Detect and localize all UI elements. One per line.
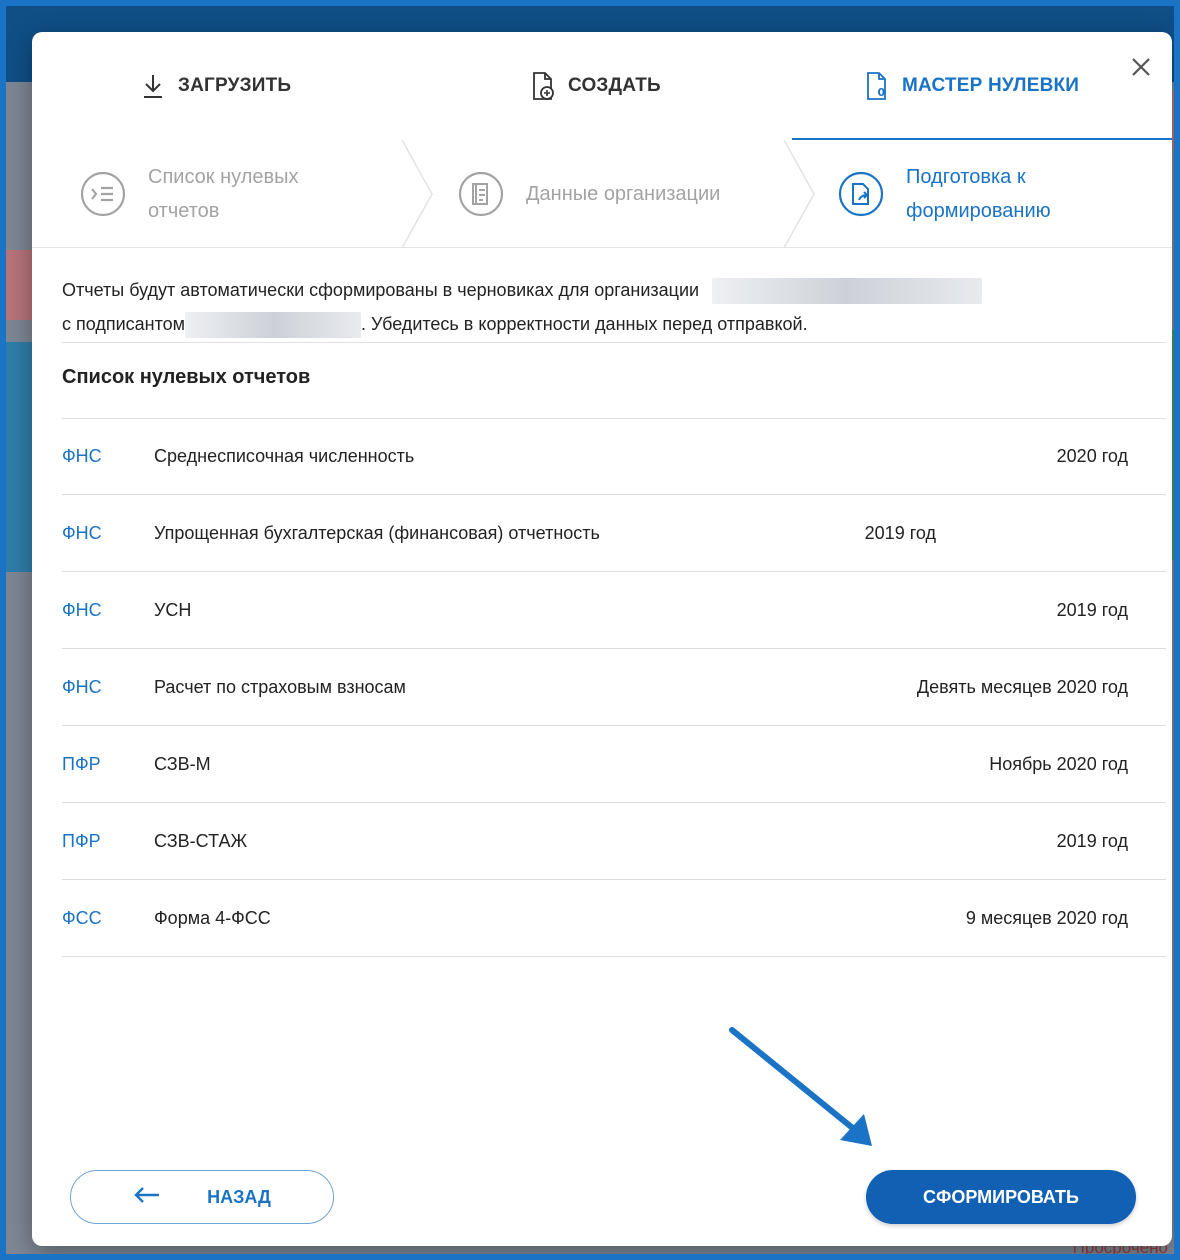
report-row[interactable]: ПФР СЗВ-СТАЖ 2019 год bbox=[62, 803, 1166, 880]
report-row[interactable]: ПФР СЗВ-М Ноябрь 2020 год bbox=[62, 726, 1166, 803]
report-list: ФНС Среднесписочная численность 2020 год… bbox=[62, 418, 1166, 957]
step-separator bbox=[401, 140, 433, 248]
list-icon bbox=[78, 169, 128, 219]
tab-zero-report-wizard[interactable]: 0 МАСТЕР НУЛЕВКИ bbox=[864, 68, 1079, 104]
report-period: 2019 год bbox=[864, 522, 936, 543]
step-label-line: отчетов bbox=[148, 200, 220, 222]
report-agency[interactable]: ФНС bbox=[62, 523, 154, 544]
generate-button-label: СФОРМИРОВАТЬ bbox=[923, 1186, 1079, 1207]
report-period: 2020 год bbox=[1056, 445, 1128, 466]
step-label: Подготовка к формированию bbox=[906, 160, 1051, 228]
arrow-left-icon bbox=[133, 1186, 161, 1209]
redacted-organization-name bbox=[712, 278, 983, 305]
generation-notice: Отчеты будут автоматически сформированы … bbox=[62, 273, 1142, 341]
notice-text: Отчеты будут автоматически сформированы … bbox=[62, 280, 700, 300]
step-organization-data[interactable]: Данные организации bbox=[456, 140, 720, 248]
download-icon bbox=[140, 71, 166, 101]
tab-label: СОЗДАТЬ bbox=[568, 75, 661, 96]
report-row[interactable]: ФСС Форма 4-ФСС 9 месяцев 2020 год bbox=[62, 880, 1166, 957]
background-card bbox=[0, 342, 32, 572]
tab-upload[interactable]: ЗАГРУЗИТЬ bbox=[140, 68, 291, 104]
step-separator bbox=[783, 140, 815, 248]
divider bbox=[62, 342, 1166, 343]
report-period: Девять месяцев 2020 год bbox=[916, 676, 1128, 697]
notice-line-1: Отчеты будут автоматически сформированы … bbox=[62, 273, 1142, 307]
step-report-list[interactable]: Список нулевых отчетов bbox=[78, 140, 299, 248]
report-agency[interactable]: ПФР bbox=[62, 831, 154, 852]
report-period: 9 месяцев 2020 год bbox=[965, 907, 1128, 928]
document-send-icon bbox=[836, 169, 886, 219]
report-period: 2019 год bbox=[1056, 599, 1128, 620]
tab-create[interactable]: СОЗДАТЬ bbox=[530, 68, 661, 104]
close-icon bbox=[1131, 57, 1151, 82]
step-label-line: формированию bbox=[906, 200, 1051, 222]
report-agency[interactable]: ПФР bbox=[62, 754, 154, 775]
report-name: Среднесписочная численность bbox=[154, 446, 415, 466]
report-list-title: Список нулевых отчетов bbox=[62, 366, 311, 388]
close-button[interactable] bbox=[1126, 54, 1156, 84]
create-document-icon bbox=[530, 71, 556, 101]
svg-text:0: 0 bbox=[878, 86, 886, 99]
report-period: 2019 год bbox=[1056, 830, 1128, 851]
report-name: СЗВ-М bbox=[154, 754, 211, 774]
wizard-stepper: Список нулевых отчетов Данные организаци… bbox=[32, 140, 1172, 248]
step-label: Данные организации bbox=[526, 183, 721, 205]
report-name: Расчет по страховым взносам bbox=[154, 677, 406, 697]
report-row[interactable]: ФНС Среднесписочная численность 2020 год bbox=[62, 418, 1166, 495]
report-agency[interactable]: ФНС bbox=[62, 677, 154, 698]
tab-label: ЗАГРУЗИТЬ bbox=[178, 75, 292, 96]
notice-line-2: с подписантом . Убедитесь в корректности … bbox=[62, 307, 1142, 341]
report-name: Форма 4-ФСС bbox=[154, 908, 271, 928]
notice-text: . Убедитесь в корректности данных перед … bbox=[361, 314, 808, 334]
report-agency[interactable]: ФНС bbox=[62, 600, 154, 621]
report-name: Упрощенная бухгалтерская (финансовая) от… bbox=[154, 523, 600, 543]
zero-report-wizard-modal: ЗАГРУЗИТЬ СОЗДАТЬ 0 МАСТЕР НУЛЕВКИ Списо… bbox=[32, 32, 1172, 1246]
annotation-arrow-icon bbox=[729, 1027, 872, 1146]
report-row[interactable]: ФНС Упрощенная бухгалтерская (финансовая… bbox=[62, 495, 1166, 572]
back-button[interactable]: НАЗАД bbox=[70, 1170, 334, 1224]
report-row[interactable]: ФНС Расчет по страховым взносам Девять м… bbox=[62, 649, 1166, 726]
report-period: Ноябрь 2020 год bbox=[989, 753, 1128, 774]
report-agency[interactable]: ФНС bbox=[62, 446, 154, 467]
generate-button[interactable]: СФОРМИРОВАТЬ bbox=[866, 1170, 1136, 1224]
step-label: Список нулевых отчетов bbox=[148, 160, 299, 228]
report-row[interactable]: ФНС УСН 2019 год bbox=[62, 572, 1166, 649]
zero-document-icon: 0 bbox=[864, 71, 890, 101]
step-label-line: Подготовка к bbox=[906, 166, 1026, 188]
background-card bbox=[0, 250, 32, 320]
report-name: СЗВ-СТАЖ bbox=[154, 831, 248, 851]
back-button-label: НАЗАД bbox=[207, 1186, 271, 1207]
step-label-line: Список нулевых bbox=[148, 166, 299, 188]
mode-tabs: ЗАГРУЗИТЬ СОЗДАТЬ 0 МАСТЕР НУЛЕВКИ bbox=[32, 32, 1172, 140]
organization-data-icon bbox=[456, 169, 506, 219]
tab-label: МАСТЕР НУЛЕВКИ bbox=[902, 75, 1080, 96]
report-agency[interactable]: ФСС bbox=[62, 908, 154, 929]
notice-text: с подписантом bbox=[62, 314, 186, 334]
redacted-signatory-name bbox=[185, 312, 362, 339]
step-preparation[interactable]: Подготовка к формированию bbox=[836, 140, 1051, 248]
report-name: УСН bbox=[154, 600, 192, 620]
